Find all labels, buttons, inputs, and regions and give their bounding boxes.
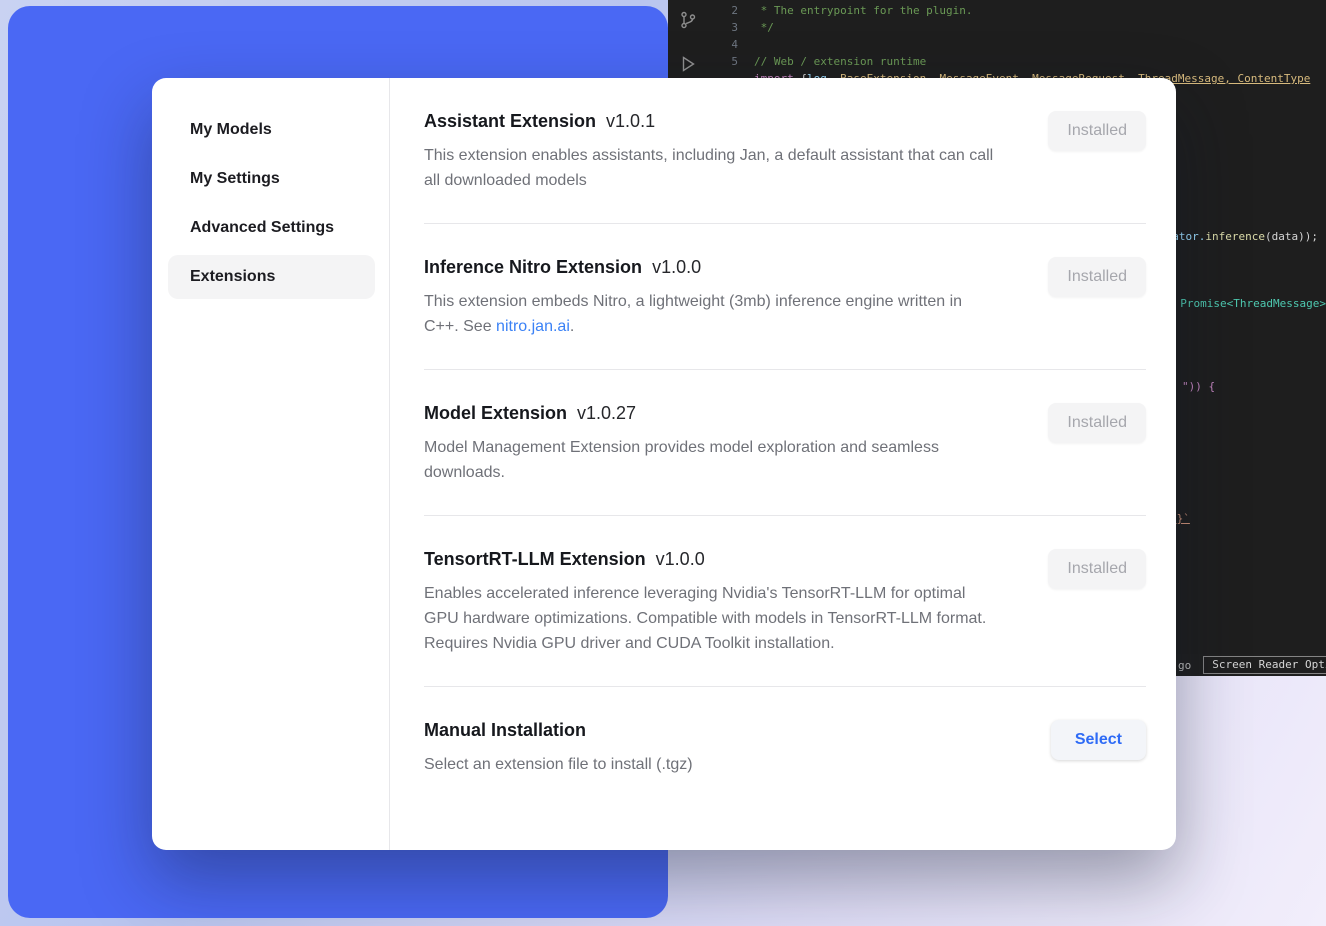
extension-row-nitro: Inference Nitro Extension v1.0.0 This ext… — [424, 224, 1146, 370]
status-item[interactable]: go — [1178, 659, 1191, 672]
extension-version: v1.0.0 — [652, 257, 701, 277]
code-line: 4 — [716, 36, 1310, 53]
installed-button[interactable]: Installed — [1048, 111, 1146, 151]
code-fragment: ")) { — [1182, 379, 1215, 394]
select-file-button[interactable]: Select — [1051, 720, 1146, 760]
extension-version: v1.0.0 — [656, 549, 705, 569]
desktop-background: 2 * The entrypoint for the plugin. 3 */ … — [0, 0, 1326, 926]
extension-row-tensorrt: TensortRT-LLM Extension v1.0.0 Enables ac… — [424, 516, 1146, 687]
run-icon[interactable] — [678, 54, 698, 74]
code-line: 3 */ — [716, 19, 1310, 36]
sidebar-item-my-models[interactable]: My Models — [168, 108, 375, 152]
settings-modal: My Models My Settings Advanced Settings … — [152, 78, 1176, 850]
extension-info: TensortRT-LLM Extension v1.0.0 Enables ac… — [424, 549, 999, 656]
settings-sidebar: My Models My Settings Advanced Settings … — [152, 78, 390, 850]
code-line: 2 * The entrypoint for the plugin. — [716, 2, 1310, 19]
manual-installation-row: Manual Installation Select an extension … — [424, 687, 1146, 807]
code-fragment: Promise<ThreadMessage> — [1180, 296, 1326, 311]
extension-info: Model Extension v1.0.27 Model Management … — [424, 403, 999, 485]
extension-description: This extension enables assistants, inclu… — [424, 143, 999, 193]
line-number: 5 — [716, 53, 738, 70]
nitro-jan-ai-link[interactable]: nitro.jan.ai — [496, 318, 570, 335]
installed-button[interactable]: Installed — [1048, 403, 1146, 443]
code-lines: 2 * The entrypoint for the plugin. 3 */ … — [716, 2, 1310, 87]
manual-installation-title: Manual Installation — [424, 720, 586, 740]
sidebar-item-extensions[interactable]: Extensions — [168, 255, 375, 299]
extension-info: Manual Installation Select an extension … — [424, 720, 693, 777]
source-control-icon[interactable] — [678, 10, 698, 30]
extension-title: Inference Nitro Extension — [424, 257, 642, 277]
screen-reader-status-chip[interactable]: Screen Reader Optimized — [1203, 656, 1326, 674]
editor-gutter-icons — [678, 10, 698, 74]
code-line: 5 // Web / extension runtime — [716, 53, 1310, 70]
code-text: */ — [754, 19, 774, 36]
line-number: 4 — [716, 36, 738, 53]
extension-row-assistant: Assistant Extension v1.0.1 This extension… — [424, 78, 1146, 224]
extension-version: v1.0.1 — [606, 111, 655, 131]
extensions-panel: Assistant Extension v1.0.1 This extension… — [390, 78, 1176, 850]
line-number: 2 — [716, 2, 738, 19]
code-text: // Web / extension runtime — [754, 53, 926, 70]
line-number: 3 — [716, 19, 738, 36]
description-text: . — [570, 318, 574, 335]
extension-title: TensortRT-LLM Extension — [424, 549, 646, 569]
code-text: * The entrypoint for the plugin. — [754, 2, 973, 19]
extension-info: Inference Nitro Extension v1.0.0 This ext… — [424, 257, 999, 339]
extension-title: Model Extension — [424, 403, 567, 423]
extension-title: Assistant Extension — [424, 111, 596, 131]
code-fragment: rator.inference(data)); — [1166, 229, 1318, 244]
sidebar-item-my-settings[interactable]: My Settings — [168, 157, 375, 201]
installed-button[interactable]: Installed — [1048, 549, 1146, 589]
extension-description: This extension embeds Nitro, a lightweig… — [424, 289, 999, 339]
extension-description: Enables accelerated inference leveraging… — [424, 581, 999, 656]
extension-row-model: Model Extension v1.0.27 Model Management … — [424, 370, 1146, 516]
extension-description: Model Management Extension provides mode… — [424, 435, 999, 485]
extension-info: Assistant Extension v1.0.1 This extension… — [424, 111, 999, 193]
extension-version: v1.0.27 — [577, 403, 636, 423]
manual-installation-description: Select an extension file to install (.tg… — [424, 752, 693, 777]
installed-button[interactable]: Installed — [1048, 257, 1146, 297]
sidebar-item-advanced-settings[interactable]: Advanced Settings — [168, 206, 375, 250]
